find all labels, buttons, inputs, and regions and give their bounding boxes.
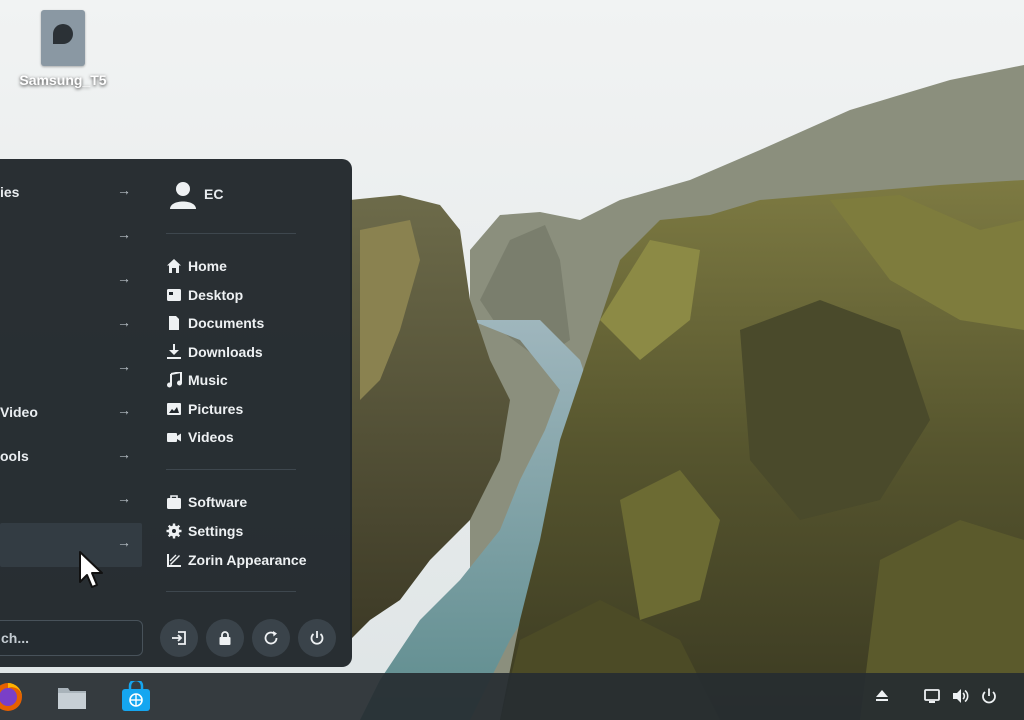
restart-button[interactable] — [252, 619, 290, 657]
place-label: Pictures — [188, 401, 244, 417]
separator — [166, 469, 296, 470]
display-icon[interactable] — [923, 687, 941, 705]
place-label: Music — [188, 372, 228, 388]
place-home[interactable]: Home — [166, 253, 336, 279]
category-label: Video — [0, 404, 38, 420]
arrow-right-icon: → — [117, 490, 131, 506]
place-desktop[interactable]: Desktop — [166, 282, 336, 308]
place-label: Home — [188, 258, 227, 274]
gear-icon — [166, 523, 182, 539]
arrow-right-icon: → — [117, 358, 131, 374]
software-store-icon[interactable] — [120, 681, 152, 713]
place-downloads[interactable]: Downloads — [166, 339, 336, 365]
home-icon — [167, 259, 181, 273]
system-software[interactable]: Software — [166, 489, 336, 515]
power-icon[interactable] — [980, 687, 998, 705]
drive-label: Samsung_T5 — [19, 72, 107, 88]
category-item-1[interactable]: ies → — [0, 171, 142, 215]
mouse-pointer-icon — [79, 551, 103, 588]
category-item-4[interactable]: → — [0, 303, 142, 347]
category-item-5[interactable]: → — [0, 347, 142, 391]
place-label: Documents — [188, 315, 265, 331]
category-item-sound-video[interactable]: Video → — [0, 391, 142, 435]
search-box[interactable] — [0, 620, 143, 656]
category-item-8[interactable]: → — [0, 479, 142, 523]
arrow-right-icon: → — [117, 314, 131, 330]
music-icon — [167, 372, 182, 388]
place-label: Downloads — [188, 344, 263, 360]
lock-icon — [219, 631, 231, 645]
start-menu: ies → → → → → Video → ools → → → EC Home… — [0, 159, 352, 667]
separator — [166, 591, 296, 592]
firefox-icon[interactable] — [0, 681, 24, 713]
category-label: ies — [0, 184, 20, 200]
power-icon — [310, 631, 324, 645]
logout-icon — [172, 631, 186, 645]
system-settings[interactable]: Settings — [166, 518, 336, 544]
document-icon — [169, 316, 179, 330]
video-icon — [167, 433, 181, 442]
power-off-button[interactable] — [298, 619, 336, 657]
search-input[interactable] — [0, 629, 133, 647]
desktop-icon — [167, 289, 181, 301]
arrow-right-icon: → — [117, 402, 131, 418]
category-item-system-tools[interactable]: ools → — [0, 435, 142, 479]
download-icon — [167, 344, 181, 359]
drive-icon — [41, 10, 85, 66]
desktop: Samsung_T5 ies → → → → → Video → ools → … — [0, 0, 1024, 720]
arrow-right-icon: → — [117, 182, 131, 198]
taskbar — [0, 673, 1024, 720]
arrow-right-icon: → — [117, 226, 131, 242]
user-icon — [170, 182, 196, 209]
place-documents[interactable]: Documents — [166, 310, 336, 336]
place-music[interactable]: Music — [166, 367, 336, 393]
user-name: EC — [204, 186, 224, 202]
category-item-3[interactable]: → — [0, 259, 142, 303]
system-label: Settings — [188, 523, 244, 539]
system-zorin-appearance[interactable]: Zorin Appearance — [166, 547, 336, 573]
picture-icon — [167, 403, 181, 415]
appearance-icon — [167, 554, 181, 567]
arrow-right-icon: → — [117, 534, 131, 550]
category-item-2[interactable]: → — [0, 215, 142, 259]
system-label: Zorin Appearance — [188, 552, 307, 568]
logout-button[interactable] — [160, 619, 198, 657]
eject-icon[interactable] — [873, 687, 891, 705]
arrow-right-icon: → — [117, 446, 131, 462]
volume-icon[interactable] — [951, 687, 969, 705]
lock-button[interactable] — [206, 619, 244, 657]
place-pictures[interactable]: Pictures — [166, 396, 336, 422]
software-bag-icon — [167, 495, 181, 509]
category-item-9[interactable]: → — [0, 523, 142, 567]
place-label: Videos — [188, 429, 234, 445]
category-label: ools — [0, 448, 29, 464]
place-label: Desktop — [188, 287, 244, 303]
desktop-drive-icon[interactable]: Samsung_T5 — [8, 10, 118, 88]
separator — [166, 233, 296, 234]
arrow-right-icon: → — [117, 270, 131, 286]
restart-icon — [264, 631, 278, 645]
system-label: Software — [188, 494, 248, 510]
place-videos[interactable]: Videos — [166, 424, 336, 450]
files-icon[interactable] — [56, 681, 88, 713]
